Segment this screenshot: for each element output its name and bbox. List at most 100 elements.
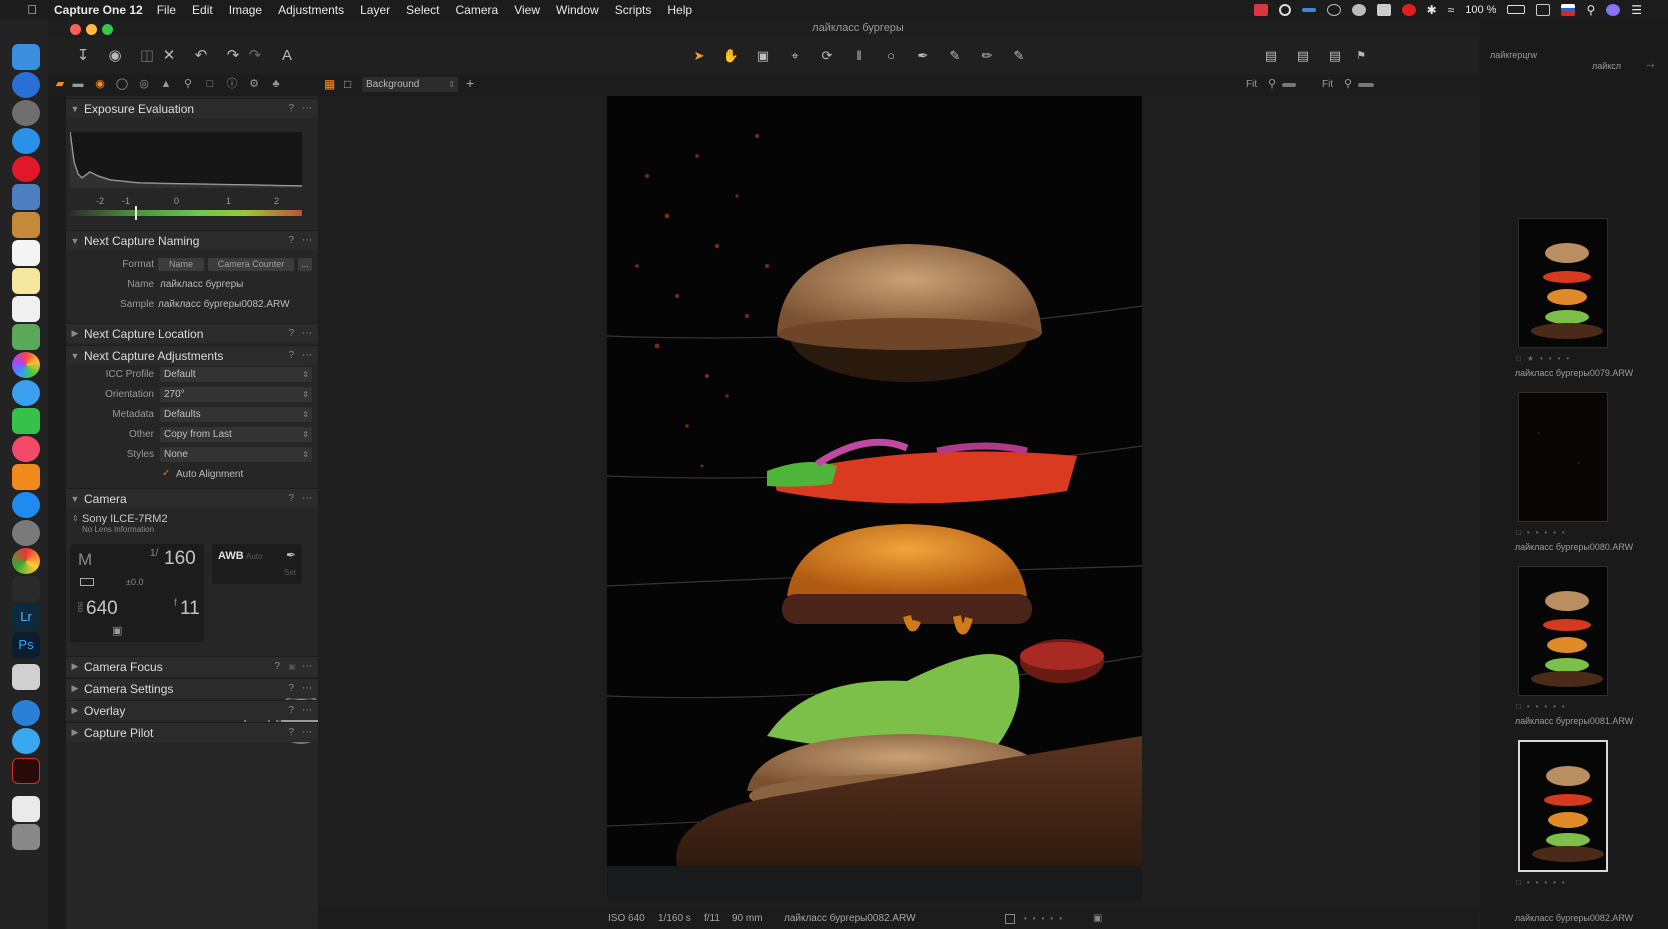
tab-details-icon[interactable]: ⚲ (180, 76, 196, 92)
redo-icon[interactable]: ↷ (222, 45, 244, 67)
format-token-camera-counter[interactable]: Camera Counter (208, 258, 294, 271)
auto-alignment-checkbox[interactable]: ✓ (162, 468, 170, 479)
exposure-mode[interactable]: M (78, 550, 92, 570)
next-capture-location-header[interactable]: ▶ Next Capture Location ? ⋯ (66, 323, 318, 343)
more-icon[interactable]: ⋯ (302, 705, 312, 716)
more-icon[interactable]: ⋯ (302, 350, 312, 361)
format-token-name[interactable]: Name (158, 258, 204, 271)
select-checkbox[interactable] (1005, 914, 1015, 924)
shutter-speed[interactable]: 160 (164, 548, 196, 570)
zoom-icon[interactable]: ⚲ (1344, 77, 1352, 90)
thumbnail[interactable] (1518, 218, 1608, 348)
name-field[interactable]: лайкласс бургеры (160, 279, 243, 290)
orientation-select[interactable]: 270° ⇕ (160, 387, 312, 402)
color-tag-icon[interactable]: ▣ (1093, 913, 1102, 924)
menu-view[interactable]: View (514, 3, 540, 17)
menu-layer[interactable]: Layer (360, 3, 390, 17)
layout-1-icon[interactable]: ▤ (1260, 45, 1282, 67)
documents-folder-icon[interactable] (12, 796, 40, 822)
tab-library-icon[interactable]: ▰ (52, 76, 68, 92)
battery-icon[interactable] (1507, 5, 1526, 14)
screen-recorder-icon[interactable] (12, 758, 40, 784)
icc-profile-select[interactable]: Default ⇕ (160, 367, 312, 382)
capture-one-icon[interactable] (12, 576, 40, 602)
export-icon[interactable]: ◫ (136, 45, 158, 67)
crop-icon[interactable]: ⌖ (784, 46, 806, 66)
expand-icon[interactable]: ➙ (1646, 59, 1655, 72)
import-icon[interactable]: ↧ (72, 45, 94, 67)
fit-viewer-button[interactable]: Fit (1246, 79, 1257, 90)
adobe-cc-icon[interactable] (1253, 3, 1268, 16)
tab-folder-icon[interactable]: ▬ (70, 76, 86, 92)
more-icon[interactable]: ⋯ (302, 103, 312, 114)
lightroom-icon[interactable]: Lr (12, 604, 40, 630)
help-icon[interactable]: ? (288, 328, 294, 339)
tab-lens-icon[interactable]: ◯ (114, 76, 130, 92)
camera-model[interactable]: Sony ILCE-7RM2 (82, 513, 168, 525)
next-capture-naming-header[interactable]: ▼ Next Capture Naming ? ⋯ (66, 230, 318, 250)
keystone-icon[interactable]: ‖ (848, 46, 870, 66)
zoom-slider[interactable] (1358, 83, 1374, 87)
format-more-button[interactable]: ... (298, 258, 312, 271)
camera-icon[interactable]: ◉ (104, 45, 126, 67)
photoshop-icon[interactable]: Ps (12, 632, 40, 658)
record-icon[interactable] (1401, 3, 1416, 16)
keynote-icon[interactable] (12, 664, 40, 690)
gradient-icon[interactable]: ✎ (1008, 46, 1030, 66)
input-source-flag-icon[interactable] (1561, 3, 1576, 16)
cloud-icon[interactable] (1351, 3, 1366, 16)
spotlight-icon[interactable]: ⚲ (1586, 3, 1595, 17)
apple-menu-icon[interactable]:  (22, 2, 42, 17)
undo-icon[interactable]: ↶ (190, 45, 212, 67)
siri-icon[interactable] (1606, 3, 1621, 16)
tab-metadata-icon[interactable]: ⓘ (224, 76, 240, 92)
more-icon[interactable]: ⋯ (302, 235, 312, 246)
opera-icon[interactable] (12, 156, 40, 182)
tab-capture-icon[interactable]: ◉ (92, 76, 108, 92)
airplay-icon[interactable] (1536, 3, 1551, 16)
at-icon[interactable] (1326, 3, 1341, 16)
pan-icon[interactable]: ✋ (720, 46, 742, 66)
camera-header[interactable]: ▼ Camera ? ⋯ (66, 488, 318, 508)
tab-batch-icon[interactable]: ♣ (268, 76, 284, 92)
eraser-icon[interactable]: ✏ (976, 46, 998, 66)
layout-3-icon[interactable]: ▤ (1324, 45, 1346, 67)
white-balance[interactable]: AWB (218, 550, 244, 562)
styles-select[interactable]: None ⇕ (160, 447, 312, 462)
calendar-icon[interactable] (12, 240, 40, 266)
drive-icon[interactable] (1376, 3, 1391, 16)
more-icon[interactable]: ⋯ (302, 727, 312, 738)
messages-icon[interactable] (12, 380, 40, 406)
help-icon[interactable]: ? (288, 235, 294, 246)
books-icon[interactable] (12, 464, 40, 490)
zoom-icon[interactable]: ⚲ (1268, 77, 1276, 90)
background-select[interactable]: Background ⇕ (362, 77, 458, 92)
menu-scripts[interactable]: Scripts (615, 3, 652, 17)
more-icon[interactable]: ⋯ (302, 493, 312, 504)
metering-icon[interactable]: ▣ (112, 624, 122, 637)
contacts-icon[interactable] (12, 212, 40, 238)
focus-lock-icon[interactable]: ▣ (288, 662, 296, 671)
bluetooth-icon[interactable]: ✱ (1427, 3, 1437, 17)
zoom-slider[interactable] (1282, 83, 1296, 87)
tab-color-icon[interactable]: ◎ (136, 76, 152, 92)
help-icon[interactable]: ? (288, 103, 294, 114)
menu-adjustments[interactable]: Adjustments (278, 3, 344, 17)
music-icon[interactable] (12, 436, 40, 462)
thumbnail-rating[interactable]: □••••• (1516, 878, 1612, 887)
text-icon[interactable]: A (276, 45, 298, 67)
help-icon[interactable]: ? (288, 350, 294, 361)
bookmark-icon[interactable]: ⚑ (1350, 45, 1372, 67)
app-menu[interactable]: Capture One 12 (54, 3, 143, 17)
wb-picker-icon[interactable]: ✒ (286, 548, 296, 562)
telegram-icon[interactable] (12, 728, 40, 754)
other-select[interactable]: Copy from Last ⇕ (160, 427, 312, 442)
iso-value[interactable]: 640 (86, 598, 118, 620)
menu-edit[interactable]: Edit (192, 3, 213, 17)
help-icon[interactable]: ? (288, 683, 294, 694)
overlay-header[interactable]: ▶ Overlay ? ⋯ (66, 700, 318, 720)
camera-select-icon[interactable]: ⇕ (72, 514, 79, 523)
ring-icon[interactable] (1278, 3, 1291, 16)
camera-settings-header[interactable]: ▶ Camera Settings ? ⋯ (66, 678, 318, 698)
tab-local-icon[interactable]: □ (202, 76, 218, 92)
